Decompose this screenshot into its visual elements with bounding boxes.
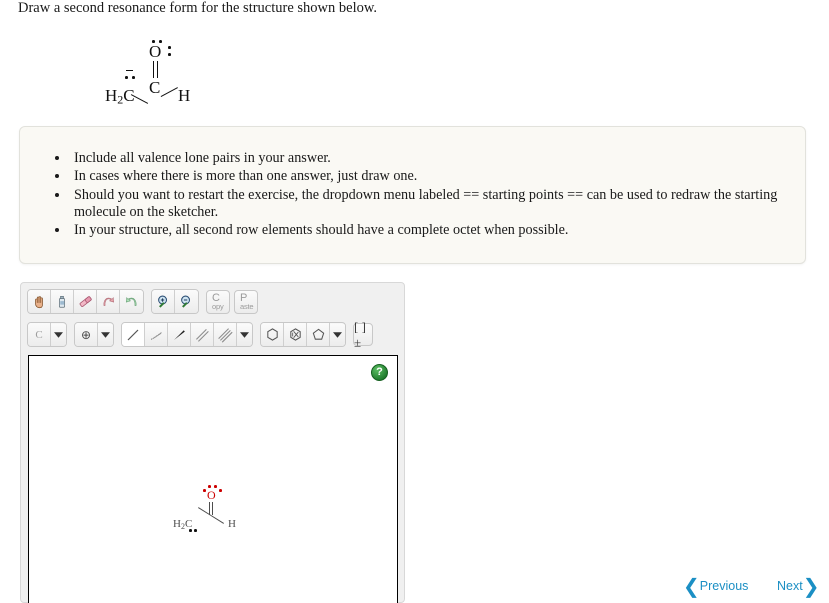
double-bond-icon[interactable] bbox=[191, 323, 214, 346]
eraser-icon[interactable] bbox=[74, 290, 97, 313]
clear-spray-icon[interactable] bbox=[51, 290, 74, 313]
double-bond-line bbox=[153, 61, 155, 78]
bracket-charge-button[interactable]: [ ]± bbox=[353, 319, 373, 350]
copy-button[interactable]: C opy bbox=[206, 289, 230, 314]
double-bond-line bbox=[157, 61, 159, 78]
paste-button[interactable]: P aste bbox=[234, 289, 258, 314]
ring-tool-group bbox=[260, 322, 346, 347]
element-dropdown-caret-icon[interactable] bbox=[51, 323, 66, 346]
canvas-atom-label-oxygen: O bbox=[207, 488, 216, 502]
zoom-in-icon[interactable] bbox=[152, 290, 175, 313]
charge-dropdown-caret-icon[interactable] bbox=[98, 323, 113, 346]
zoom-out-icon[interactable] bbox=[175, 290, 198, 313]
hash-wedge-bond-icon[interactable] bbox=[145, 323, 168, 346]
canvas-molecule-diagram: O H2C H bbox=[172, 478, 252, 538]
atom-label-oxygen: O bbox=[149, 42, 162, 61]
question-structure-diagram: O C H2C H bbox=[100, 30, 230, 115]
bold-wedge-bond-icon[interactable] bbox=[168, 323, 191, 346]
help-button[interactable]: ? bbox=[371, 364, 388, 381]
cyclopentane-ring-icon[interactable] bbox=[307, 323, 330, 346]
charge-tool-group: ⊕ bbox=[74, 322, 114, 347]
benzene-ring-icon[interactable] bbox=[284, 323, 307, 346]
previous-button-label: Previous bbox=[699, 579, 749, 593]
instruction-item: Should you want to restart the exercise,… bbox=[70, 186, 805, 222]
bond-tool-group bbox=[121, 322, 253, 347]
question-prompt: Draw a second resonance form for the str… bbox=[18, 0, 378, 16]
single-bond-line bbox=[160, 87, 179, 98]
page-root: Draw a second resonance form for the str… bbox=[0, 0, 829, 603]
instruction-item: In your structure, all second row elemen… bbox=[70, 221, 805, 239]
negative-charge-mark bbox=[126, 70, 133, 72]
copy-button-text: opy bbox=[212, 301, 224, 311]
next-button[interactable]: Next ❯ bbox=[777, 574, 820, 598]
sketcher-toolbar-row-2: C ⊕ []± bbox=[27, 319, 373, 350]
redo-icon[interactable] bbox=[120, 290, 143, 313]
canvas-carbanion-lonepair-dot bbox=[194, 529, 197, 532]
oxygen-lonepair-dot bbox=[168, 53, 171, 56]
canvas-carbanion-lonepair-dot bbox=[189, 529, 192, 532]
cyclohexane-ring-icon[interactable] bbox=[261, 323, 284, 346]
element-tool-group: C bbox=[27, 322, 67, 347]
bond-dropdown-caret-icon[interactable] bbox=[237, 323, 252, 346]
carbanion-lonepair-dot bbox=[125, 76, 128, 79]
element-carbon-button[interactable]: C bbox=[28, 323, 51, 346]
chevron-right-icon: ❯ bbox=[802, 574, 820, 598]
oxygen-lonepair-dot bbox=[168, 46, 171, 49]
atom-label-hydrogen: H bbox=[178, 86, 191, 105]
instructions-list: Include all valence lone pairs in your a… bbox=[20, 127, 805, 239]
ring-dropdown-caret-icon[interactable] bbox=[330, 323, 345, 346]
sketcher-toolbar-row-1: C opy P aste bbox=[27, 289, 262, 314]
previous-button[interactable]: ❮ Previous bbox=[683, 574, 749, 598]
instruction-item: Include all valence lone pairs in your a… bbox=[70, 149, 805, 167]
paste-button-text: aste bbox=[240, 301, 254, 311]
pan-hand-icon[interactable] bbox=[28, 290, 51, 313]
tool-group-zoom bbox=[151, 289, 199, 314]
single-bond-icon[interactable] bbox=[122, 323, 145, 346]
atom-label-methylene: H2C bbox=[105, 86, 135, 107]
canvas-oxygen-lonepair-dot bbox=[219, 489, 222, 492]
tool-group-edit bbox=[27, 289, 144, 314]
next-button-label: Next bbox=[777, 579, 803, 593]
triple-bond-icon[interactable] bbox=[214, 323, 237, 346]
canvas-single-bond-line bbox=[210, 515, 224, 524]
canvas-double-bond-line bbox=[212, 502, 213, 515]
charge-button[interactable]: ⊕ bbox=[75, 323, 98, 346]
canvas-oxygen-lonepair-dot bbox=[203, 489, 206, 492]
canvas-atom-label-hydrogen: H bbox=[228, 518, 236, 530]
instructions-panel: Include all valence lone pairs in your a… bbox=[19, 126, 806, 264]
atom-label-carbon: C bbox=[149, 78, 161, 97]
undo-icon[interactable] bbox=[97, 290, 120, 313]
chevron-left-icon: ❮ bbox=[683, 574, 700, 598]
carbanion-lonepair-dot bbox=[132, 76, 135, 79]
instruction-item: In cases where there is more than one an… bbox=[70, 167, 805, 185]
molecule-sketcher: C opy P aste C ⊕ []± ? bbox=[20, 282, 405, 603]
